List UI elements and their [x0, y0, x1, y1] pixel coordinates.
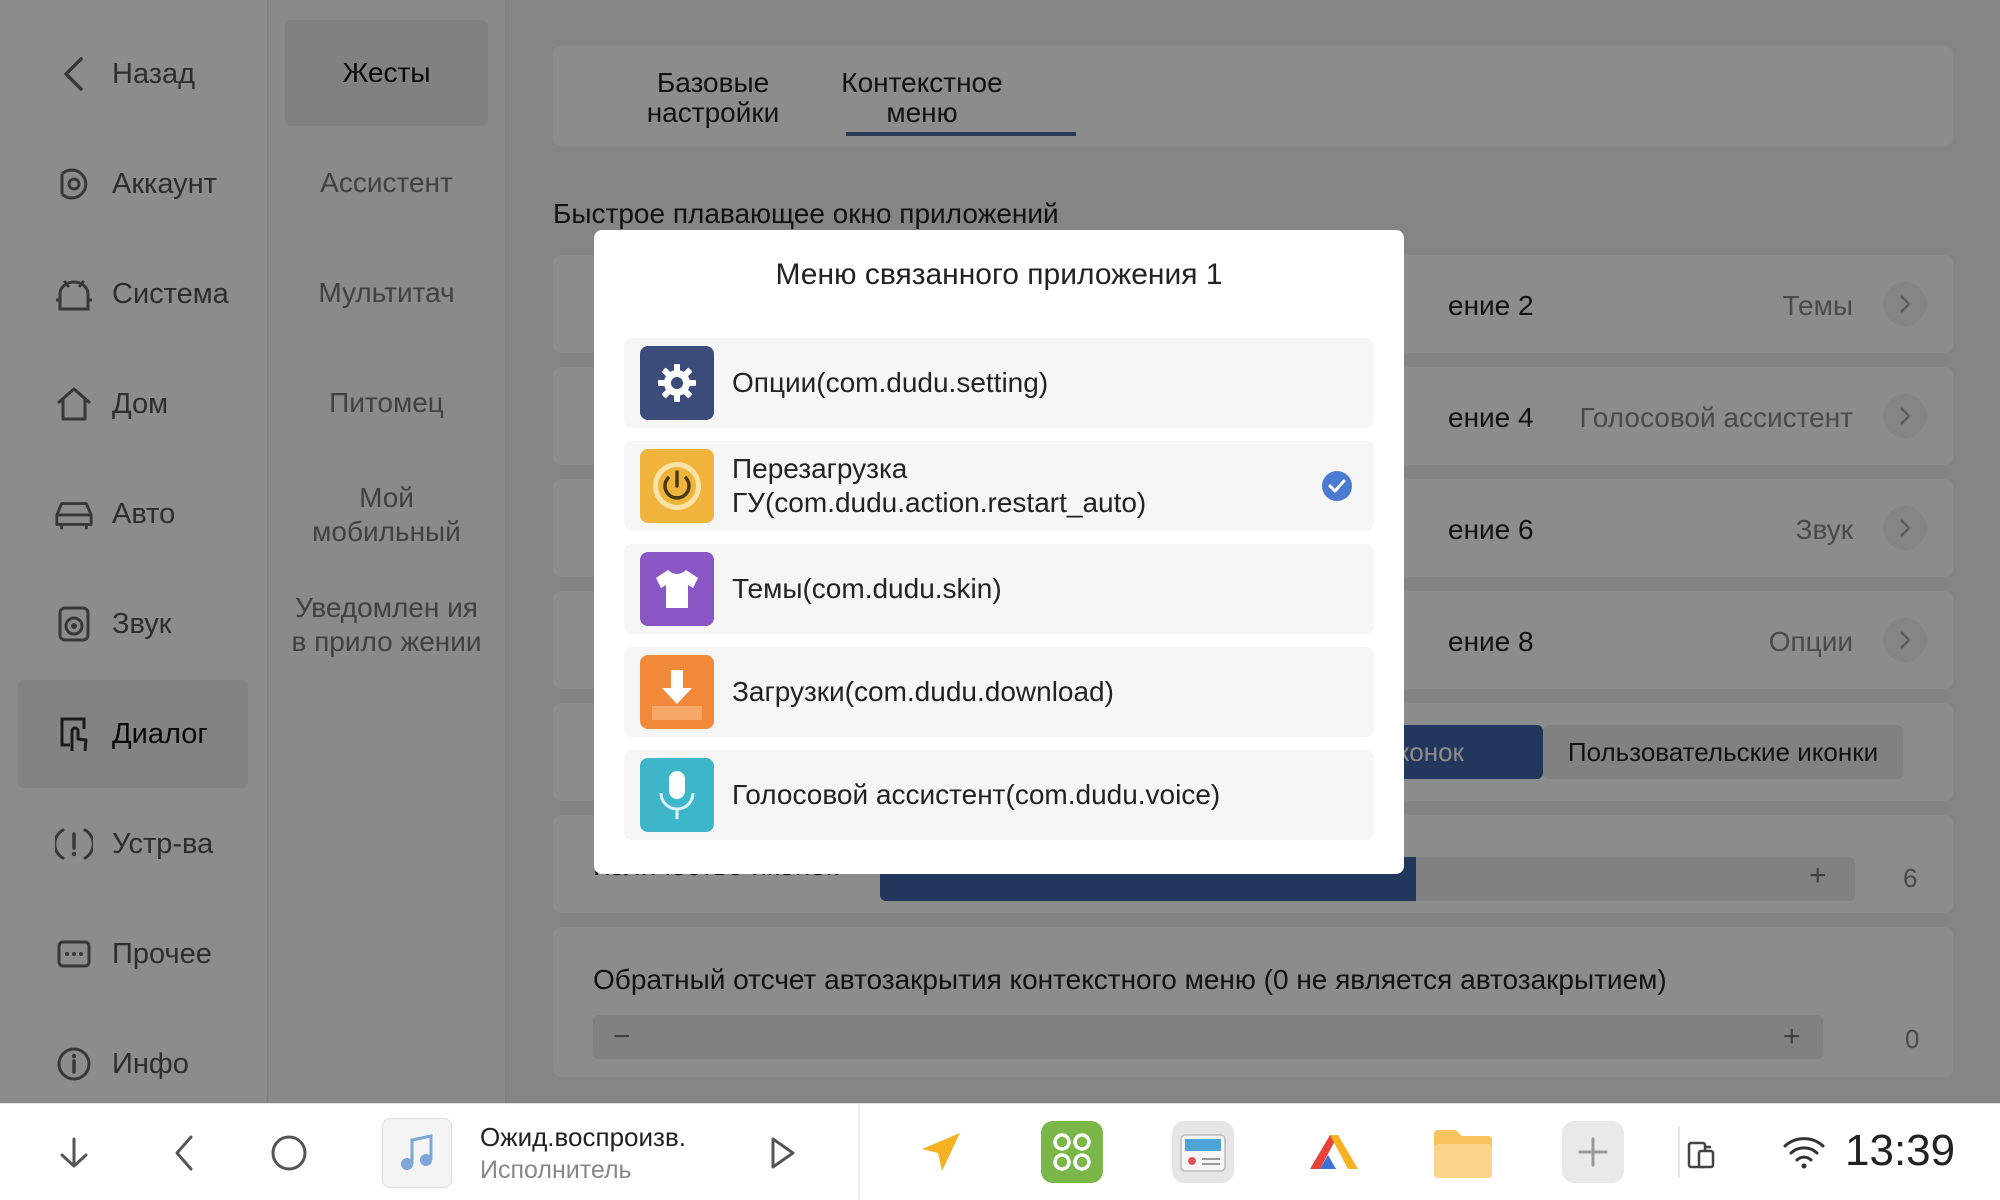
- folder-icon[interactable]: [1432, 1121, 1494, 1183]
- sim-card-icon: [1680, 1132, 1724, 1176]
- gear-icon: [640, 346, 714, 420]
- dialog-title: Меню связанного приложения 1: [775, 258, 1223, 291]
- maps-icon[interactable]: [1303, 1121, 1365, 1183]
- wifi-icon: [1778, 1128, 1830, 1176]
- microphone-icon: [640, 758, 714, 832]
- checkmark-icon: [1322, 471, 1352, 501]
- media-title: Ожид.воспроизв.: [480, 1122, 686, 1152]
- dialog-option-label: Голосовой ассистент(com.dudu.voice): [732, 779, 1221, 810]
- play-icon[interactable]: [758, 1129, 806, 1177]
- chevron-down-icon[interactable]: [50, 1129, 98, 1177]
- dialog-option-label: Перезагрузка ГУ(com.dudu.action.restart_…: [732, 453, 1147, 518]
- add-icon[interactable]: [1562, 1121, 1624, 1183]
- dialog-option[interactable]: Голосовой ассистент(com.dudu.voice): [624, 750, 1374, 840]
- app-grid-icon[interactable]: [1041, 1121, 1103, 1183]
- app-menu-dialog: Меню связанного приложения 1 Опции(com.d…: [594, 230, 1404, 874]
- radio-icon[interactable]: [1172, 1121, 1234, 1183]
- home-circle-icon[interactable]: [265, 1129, 313, 1177]
- media-artist: Исполнитель: [480, 1156, 632, 1184]
- back-icon[interactable]: [160, 1129, 208, 1177]
- power-icon: [640, 449, 714, 523]
- navigation-arrow-icon[interactable]: [910, 1121, 972, 1183]
- clock: 13:39: [1845, 1126, 1956, 1175]
- divider: [858, 1104, 860, 1200]
- dialog-option[interactable]: Загрузки(com.dudu.download): [624, 647, 1374, 737]
- dialog-option[interactable]: Темы(com.dudu.skin): [624, 544, 1374, 634]
- dialog-option-label: Загрузки(com.dudu.download): [732, 676, 1114, 707]
- download-icon: [640, 655, 714, 729]
- dialog-option-selected[interactable]: Перезагрузка ГУ(com.dudu.action.restart_…: [624, 441, 1374, 531]
- dialog-option[interactable]: Опции(com.dudu.setting): [624, 338, 1374, 428]
- music-note-icon[interactable]: [382, 1118, 452, 1188]
- dialog-option-label: Темы(com.dudu.skin): [732, 573, 1002, 604]
- taskbar: Ожид.воспроизв. Исполнитель 13:39: [0, 1103, 2000, 1200]
- tshirt-icon: [640, 552, 714, 626]
- dialog-option-label: Опции(com.dudu.setting): [732, 367, 1049, 398]
